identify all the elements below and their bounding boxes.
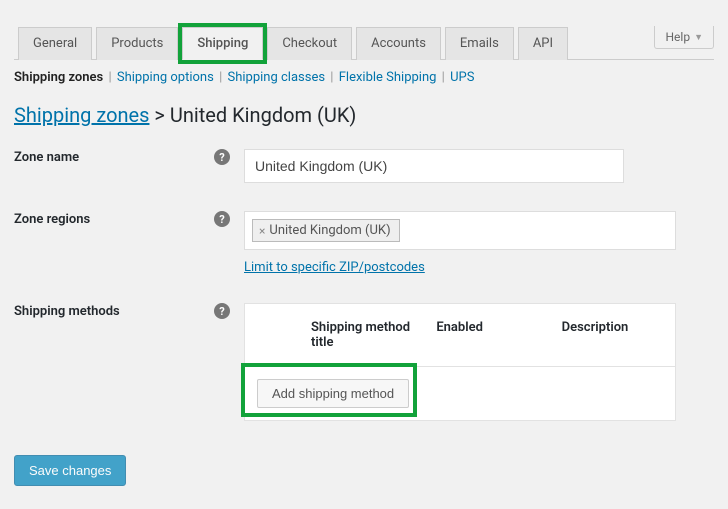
breadcrumb: Shipping zones > United Kingdom (UK)	[14, 103, 714, 127]
settings-tabs: General Products Shipping Checkout Accou…	[14, 26, 714, 60]
region-tag[interactable]: × United Kingdom (UK)	[252, 219, 400, 242]
help-label: Help	[665, 30, 690, 44]
tab-products[interactable]: Products	[96, 27, 178, 60]
tab-general[interactable]: General	[18, 27, 92, 60]
add-shipping-method-button[interactable]: Add shipping method	[257, 379, 409, 408]
help-dropdown[interactable]: Help ▼	[654, 26, 714, 49]
limit-postcodes-link[interactable]: Limit to specific ZIP/postcodes	[244, 260, 425, 275]
tab-shipping[interactable]: Shipping	[182, 27, 263, 60]
separator-icon: |	[219, 70, 222, 85]
remove-tag-icon[interactable]: ×	[259, 224, 265, 238]
subnav-current: Shipping zones	[14, 70, 103, 85]
region-tag-label: United Kingdom (UK)	[269, 223, 390, 238]
subnav-shipping-options[interactable]: Shipping options	[117, 70, 214, 85]
shipping-methods-label: Shipping methods	[14, 304, 120, 319]
zone-regions-select[interactable]: × United Kingdom (UK)	[244, 211, 676, 250]
tab-accounts[interactable]: Accounts	[356, 27, 441, 60]
tab-emails[interactable]: Emails	[445, 27, 514, 60]
zone-regions-label: Zone regions	[14, 212, 90, 227]
subnav-flexible-shipping[interactable]: Flexible Shipping	[339, 70, 437, 85]
tab-checkout[interactable]: Checkout	[267, 27, 352, 60]
help-tip-icon[interactable]: ?	[214, 211, 230, 227]
help-tip-icon[interactable]: ?	[214, 303, 230, 319]
breadcrumb-current: United Kingdom (UK)	[170, 103, 356, 127]
tab-api[interactable]: API	[518, 27, 568, 60]
chevron-down-icon: ▼	[694, 32, 703, 43]
shipping-subnav: Shipping zones | Shipping options | Ship…	[14, 70, 714, 85]
help-tip-icon[interactable]: ?	[214, 149, 230, 165]
subnav-shipping-classes[interactable]: Shipping classes	[227, 70, 325, 85]
separator-icon: |	[108, 70, 111, 85]
save-changes-button[interactable]: Save changes	[14, 455, 126, 486]
shipping-methods-table: Shipping method title Enabled Descriptio…	[244, 303, 676, 421]
col-method-title: Shipping method title	[299, 320, 424, 350]
drag-column	[245, 320, 299, 350]
subnav-ups[interactable]: UPS	[450, 70, 474, 85]
separator-icon: |	[330, 70, 333, 85]
separator-icon: |	[442, 70, 445, 85]
zone-name-label: Zone name	[14, 150, 79, 165]
zone-name-input[interactable]	[244, 149, 624, 183]
breadcrumb-sep: >	[149, 103, 169, 127]
col-enabled: Enabled	[424, 320, 549, 350]
col-description: Description	[550, 320, 675, 350]
breadcrumb-root[interactable]: Shipping zones	[14, 103, 149, 127]
